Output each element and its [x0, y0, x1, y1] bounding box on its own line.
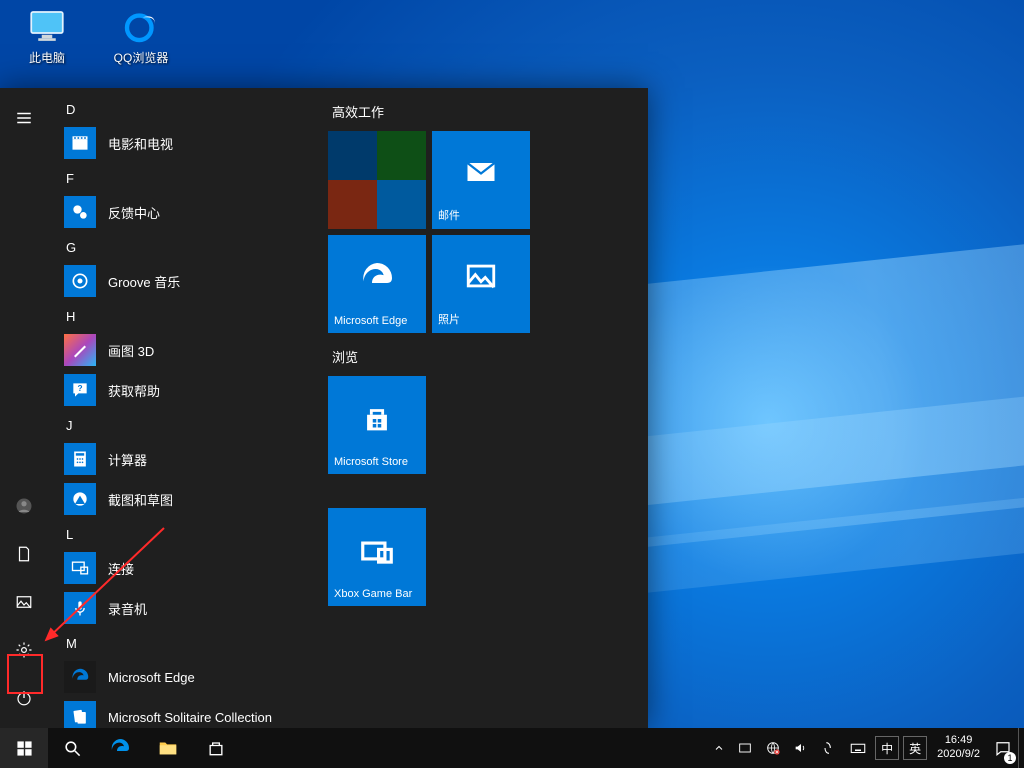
desktop-icon-qq-browser[interactable]: QQ浏览器 — [104, 5, 178, 66]
svg-text:?: ? — [77, 383, 82, 393]
app-label: 电影和电视 — [108, 134, 173, 153]
solitaire-icon — [64, 701, 96, 728]
tile-photos[interactable]: 照片 — [432, 235, 530, 333]
clock-time: 16:49 — [945, 734, 973, 748]
user-button[interactable] — [0, 482, 48, 530]
start-menu: D 电影和电视 F 反馈中心 G Groove 音乐 H 画图 3D ? 获取帮… — [0, 88, 648, 728]
tile-edge[interactable]: Microsoft Edge — [328, 235, 426, 333]
app-label: 计算器 — [108, 450, 147, 469]
tile-mail[interactable]: 邮件 — [432, 131, 530, 229]
app-label: 截图和草图 — [108, 490, 173, 509]
app-item-calculator[interactable]: 计算器 — [48, 439, 316, 479]
tray-sound-icon[interactable] — [787, 728, 815, 768]
desktop-icon-label: 此电脑 — [29, 49, 65, 66]
expand-button[interactable] — [0, 94, 48, 142]
taskbar-app-store[interactable] — [192, 728, 240, 768]
calc-icon — [64, 443, 96, 475]
ime-indicator-zh[interactable]: 中 — [875, 736, 899, 760]
tile-group-header[interactable]: 浏览 — [328, 339, 636, 376]
desktop-icon-label: QQ浏览器 — [114, 49, 169, 66]
start-button[interactable] — [0, 728, 48, 768]
show-desktop-button[interactable] — [1018, 728, 1024, 768]
app-label: 反馈中心 — [108, 203, 160, 222]
app-item-microsoft-edge[interactable]: Microsoft Edge — [48, 657, 316, 697]
tray-ime-tool-icon[interactable] — [815, 728, 843, 768]
edge-icon — [334, 241, 420, 315]
clock-date: 2020/9/2 — [937, 748, 980, 762]
app-label: Microsoft Edge — [108, 670, 195, 685]
app-label: 连接 — [108, 559, 134, 578]
app-item-voice-recorder[interactable]: 录音机 — [48, 588, 316, 628]
groove-icon — [64, 265, 96, 297]
notifications-button[interactable]: 1 — [988, 728, 1018, 768]
app-item-connect[interactable]: 连接 — [48, 548, 316, 588]
letter-header[interactable]: F — [48, 163, 316, 192]
start-menu-rail — [0, 88, 48, 728]
tray-overflow-button[interactable] — [707, 728, 731, 768]
letter-header[interactable]: J — [48, 410, 316, 439]
app-label: Microsoft Solitaire Collection — [108, 710, 272, 725]
tile-ms-store[interactable]: Microsoft Store — [328, 376, 426, 474]
notification-count-badge: 1 — [1004, 752, 1016, 764]
app-label: Groove 音乐 — [108, 272, 180, 291]
start-menu-app-list[interactable]: D 电影和电视 F 反馈中心 G Groove 音乐 H 画图 3D ? 获取帮… — [48, 88, 316, 728]
app-item-solitaire[interactable]: Microsoft Solitaire Collection — [48, 697, 316, 728]
ime-indicator-en[interactable]: 英 — [903, 736, 927, 760]
power-button[interactable] — [0, 674, 48, 722]
app-label: 画图 3D — [108, 341, 154, 360]
letter-header[interactable]: H — [48, 301, 316, 330]
desktop-icon-this-pc[interactable]: 此电脑 — [10, 5, 84, 66]
this-pc-icon — [26, 5, 68, 47]
tile-label: 邮件 — [438, 207, 524, 223]
taskbar: 中 英 16:49 2020/9/2 1 — [0, 728, 1024, 768]
tile-label: Xbox Game Bar — [334, 588, 420, 600]
qq-browser-icon — [120, 5, 162, 47]
app-item-movies-tv[interactable]: 电影和电视 — [48, 123, 316, 163]
recorder-icon — [64, 592, 96, 624]
connect-icon — [64, 552, 96, 584]
app-item-snip-sketch[interactable]: 截图和草图 — [48, 479, 316, 519]
app-item-get-help[interactable]: ? 获取帮助 — [48, 370, 316, 410]
tile-label: Microsoft Edge — [334, 315, 420, 327]
feedback-icon — [64, 196, 96, 228]
search-button[interactable] — [48, 728, 96, 768]
tray-network-icon[interactable] — [759, 728, 787, 768]
app-item-groove-music[interactable]: Groove 音乐 — [48, 261, 316, 301]
desktop-icons-area: 此电脑 QQ浏览器 — [10, 5, 178, 66]
film-icon — [64, 127, 96, 159]
tile-label: 照片 — [438, 311, 524, 327]
app-item-feedback-hub[interactable]: 反馈中心 — [48, 192, 316, 232]
xbox-icon — [334, 514, 420, 588]
tile-label: Microsoft Store — [334, 456, 420, 468]
taskbar-app-explorer[interactable] — [144, 728, 192, 768]
letter-header[interactable]: D — [48, 94, 316, 123]
app-item-paint-3d[interactable]: 画图 3D — [48, 330, 316, 370]
photos-icon — [438, 241, 524, 311]
app-label: 录音机 — [108, 599, 147, 618]
snip-icon — [64, 483, 96, 515]
taskbar-clock[interactable]: 16:49 2020/9/2 — [929, 728, 988, 768]
tile-xbox-game-bar[interactable]: Xbox Game Bar — [328, 508, 426, 606]
letter-header[interactable]: M — [48, 628, 316, 657]
pictures-button[interactable] — [0, 578, 48, 626]
store-icon — [334, 382, 420, 456]
tile-group-header[interactable]: 高效工作 — [328, 94, 636, 131]
help-icon: ? — [64, 374, 96, 406]
letter-header[interactable]: G — [48, 232, 316, 261]
mail-icon — [438, 137, 524, 207]
paint3d-icon — [64, 334, 96, 366]
start-menu-tiles: 高效工作 邮件 Microsoft Edge 照片 浏览 M — [316, 88, 648, 728]
tray-keyboard-icon[interactable] — [843, 728, 873, 768]
documents-button[interactable] — [0, 530, 48, 578]
tile-app-folder[interactable] — [328, 131, 426, 229]
taskbar-app-edge[interactable] — [96, 728, 144, 768]
settings-button[interactable] — [0, 626, 48, 674]
letter-header[interactable]: L — [48, 519, 316, 548]
edge-icon — [64, 661, 96, 693]
app-label: 获取帮助 — [108, 381, 160, 400]
tray-easyaccess-icon[interactable] — [731, 728, 759, 768]
